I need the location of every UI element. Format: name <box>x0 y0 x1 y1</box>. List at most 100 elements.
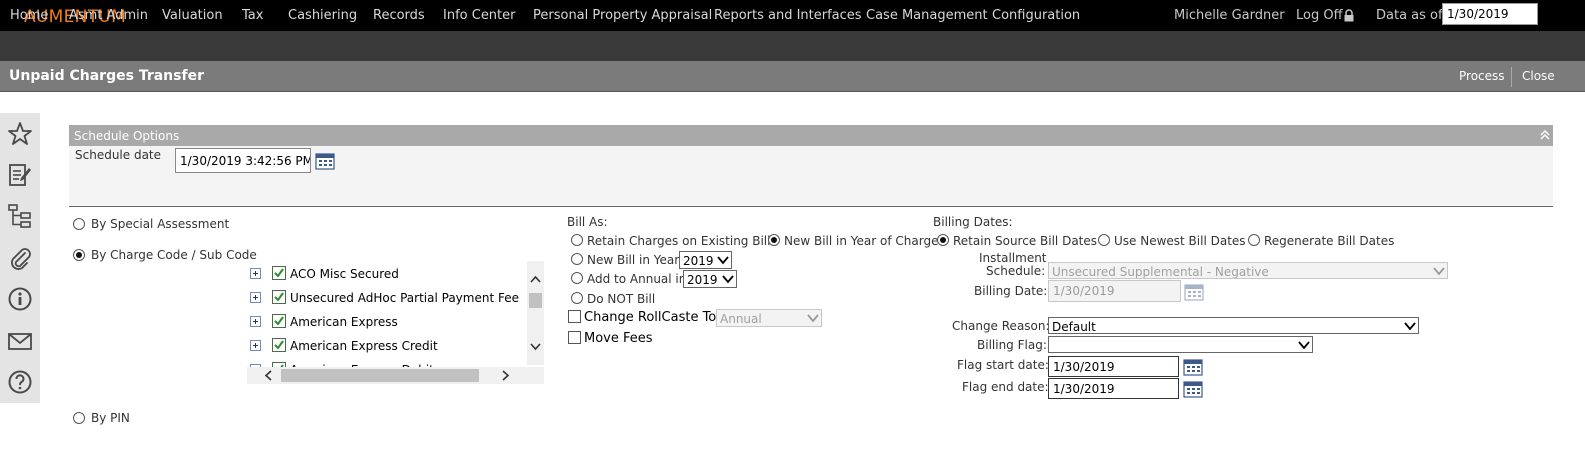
charge-code-tree[interactable]: ACO Misc Secured Unsecured AdHoc Partial… <box>247 261 544 384</box>
attachment-icon[interactable] <box>7 245 33 271</box>
chevron-down-icon <box>1298 341 1310 350</box>
new-bill-year-select[interactable]: 2019 <box>679 251 732 269</box>
scroll-right-icon[interactable] <box>502 370 510 381</box>
add-to-annual-radio[interactable] <box>571 272 583 284</box>
by-pin-label[interactable]: By PIN <box>91 411 130 425</box>
retain-charges-label[interactable]: Retain Charges on Existing Bill <box>587 234 770 248</box>
calendar-icon[interactable] <box>1183 380 1203 398</box>
nav-case-management[interactable]: Case Management <box>866 8 988 23</box>
chevron-down-icon <box>1433 267 1445 276</box>
change-rollcaste-label[interactable]: Change RollCaste To: <box>584 310 721 325</box>
logoff-link[interactable]: Log Off <box>1296 8 1343 23</box>
change-rollcaste-checkbox[interactable] <box>568 310 581 323</box>
billing-flag-select[interactable] <box>1048 336 1313 353</box>
retain-charges-radio[interactable] <box>571 234 583 246</box>
installment-schedule-value: Unsecured Supplemental - Negative <box>1052 265 1269 279</box>
tree-horizontal-scrollbar[interactable] <box>247 367 544 384</box>
new-bill-year-of-charge-radio[interactable] <box>768 234 780 246</box>
help-icon[interactable] <box>7 369 33 395</box>
nav-asmt-admin[interactable]: Asmt Admin <box>69 8 148 23</box>
edit-document-icon[interactable] <box>7 162 33 188</box>
nav-info-center[interactable]: Info Center <box>443 8 516 23</box>
by-pin-radio[interactable] <box>73 412 85 424</box>
new-bill-year-of-charge-label[interactable]: New Bill in Year of Charge <box>784 234 938 248</box>
tree-item[interactable]: ACO Misc Secured <box>250 264 520 284</box>
schedule-options-title: Schedule Options <box>74 129 180 143</box>
scroll-thumb[interactable] <box>529 293 542 308</box>
expand-icon[interactable] <box>250 292 261 303</box>
retain-source-dates-label[interactable]: Retain Source Bill Dates <box>953 234 1097 248</box>
tree-checkbox[interactable] <box>272 290 286 304</box>
hierarchy-icon[interactable] <box>7 203 33 229</box>
add-to-annual-label[interactable]: Add to Annual in <box>587 272 686 286</box>
chevron-down-icon <box>1404 322 1416 331</box>
nav-cashiering[interactable]: Cashiering <box>288 8 357 23</box>
add-to-annual-year-select[interactable]: 2019 <box>683 270 737 288</box>
change-reason-select[interactable]: Default <box>1048 317 1419 334</box>
collapse-icon[interactable] <box>1538 128 1552 142</box>
change-reason-value: Default <box>1052 320 1096 334</box>
new-bill-in-year-radio[interactable] <box>571 253 583 265</box>
new-bill-year-value: 2019 <box>683 254 714 268</box>
process-button[interactable]: Process <box>1459 69 1505 83</box>
action-divider <box>1511 67 1512 87</box>
calendar-icon[interactable] <box>315 152 335 170</box>
expand-icon[interactable] <box>250 316 261 327</box>
by-charge-code-radio[interactable] <box>73 249 85 261</box>
scroll-down-icon[interactable] <box>530 343 541 351</box>
tree-item[interactable]: Unsecured AdHoc Partial Payment Fee <box>250 288 520 308</box>
flag-start-date-input[interactable]: 1/30/2019 <box>1048 356 1179 377</box>
scroll-thumb[interactable] <box>281 369 479 382</box>
scroll-up-icon[interactable] <box>530 275 541 283</box>
page-title: Unpaid Charges Transfer <box>9 68 204 84</box>
flag-end-date-input[interactable]: 1/30/2019 <box>1048 378 1179 399</box>
mail-icon[interactable] <box>7 328 33 354</box>
tree-vertical-scrollbar[interactable] <box>527 261 544 365</box>
tree-checkbox[interactable] <box>272 314 286 328</box>
tree-item[interactable]: American Express <box>250 312 520 332</box>
nav-records[interactable]: Records <box>373 8 425 23</box>
regenerate-dates-radio[interactable] <box>1248 234 1260 246</box>
expand-icon[interactable] <box>250 268 261 279</box>
schedule-date-label: Schedule date <box>75 148 162 162</box>
by-special-assessment-radio[interactable] <box>73 218 85 230</box>
data-as-of-input[interactable]: 1/30/2019 <box>1442 3 1538 25</box>
tree-checkbox[interactable] <box>272 338 286 352</box>
change-reason-label: Change Reason: <box>952 319 1050 333</box>
calendar-icon[interactable] <box>1183 358 1203 376</box>
nav-personal-property-appraisal[interactable]: Personal Property Appraisal <box>533 8 712 23</box>
schedule-options-header[interactable] <box>69 125 1553 146</box>
nav-reports-and-interfaces[interactable]: Reports and Interfaces <box>714 8 862 23</box>
tree-item-label: Unsecured AdHoc Partial Payment Fee <box>290 291 519 305</box>
nav-tax[interactable]: Tax <box>242 8 263 23</box>
by-special-assessment-label[interactable]: By Special Assessment <box>91 217 229 231</box>
nav-configuration[interactable]: Configuration <box>992 8 1080 23</box>
tree-item[interactable]: American Express Credit <box>250 336 520 356</box>
move-fees-label[interactable]: Move Fees <box>584 331 653 346</box>
new-bill-in-year-label[interactable]: New Bill in Year <box>587 253 679 267</box>
main-nav <box>0 31 1585 61</box>
move-fees-checkbox[interactable] <box>568 331 581 344</box>
retain-source-dates-radio[interactable] <box>937 234 949 246</box>
flag-end-date-label: Flag end date: <box>962 380 1049 394</box>
scroll-left-icon[interactable] <box>264 370 272 381</box>
tree-checkbox[interactable] <box>272 266 286 280</box>
do-not-bill-radio[interactable] <box>571 292 583 304</box>
close-button[interactable]: Close <box>1522 69 1555 83</box>
billing-dates-label: Billing Dates: <box>933 215 1013 229</box>
do-not-bill-label[interactable]: Do NOT Bill <box>587 292 655 306</box>
schedule-date-input[interactable]: 1/30/2019 3:42:56 PM <box>175 148 311 173</box>
use-newest-dates-radio[interactable] <box>1098 234 1110 246</box>
star-icon[interactable] <box>7 121 33 147</box>
nav-valuation[interactable]: Valuation <box>162 8 223 23</box>
use-newest-dates-label[interactable]: Use Newest Bill Dates <box>1114 234 1246 248</box>
lock-icon[interactable] <box>1343 9 1355 22</box>
info-icon[interactable] <box>7 286 33 312</box>
user-name[interactable]: Michelle Gardner <box>1174 8 1285 23</box>
by-charge-code-label[interactable]: By Charge Code / Sub Code <box>91 248 257 262</box>
installment-label-line1: Installment <box>979 251 1047 265</box>
tree-item-label: American Express Credit <box>290 339 438 353</box>
expand-icon[interactable] <box>250 340 261 351</box>
regenerate-dates-label[interactable]: Regenerate Bill Dates <box>1264 234 1394 248</box>
nav-home[interactable]: Home <box>10 8 48 23</box>
